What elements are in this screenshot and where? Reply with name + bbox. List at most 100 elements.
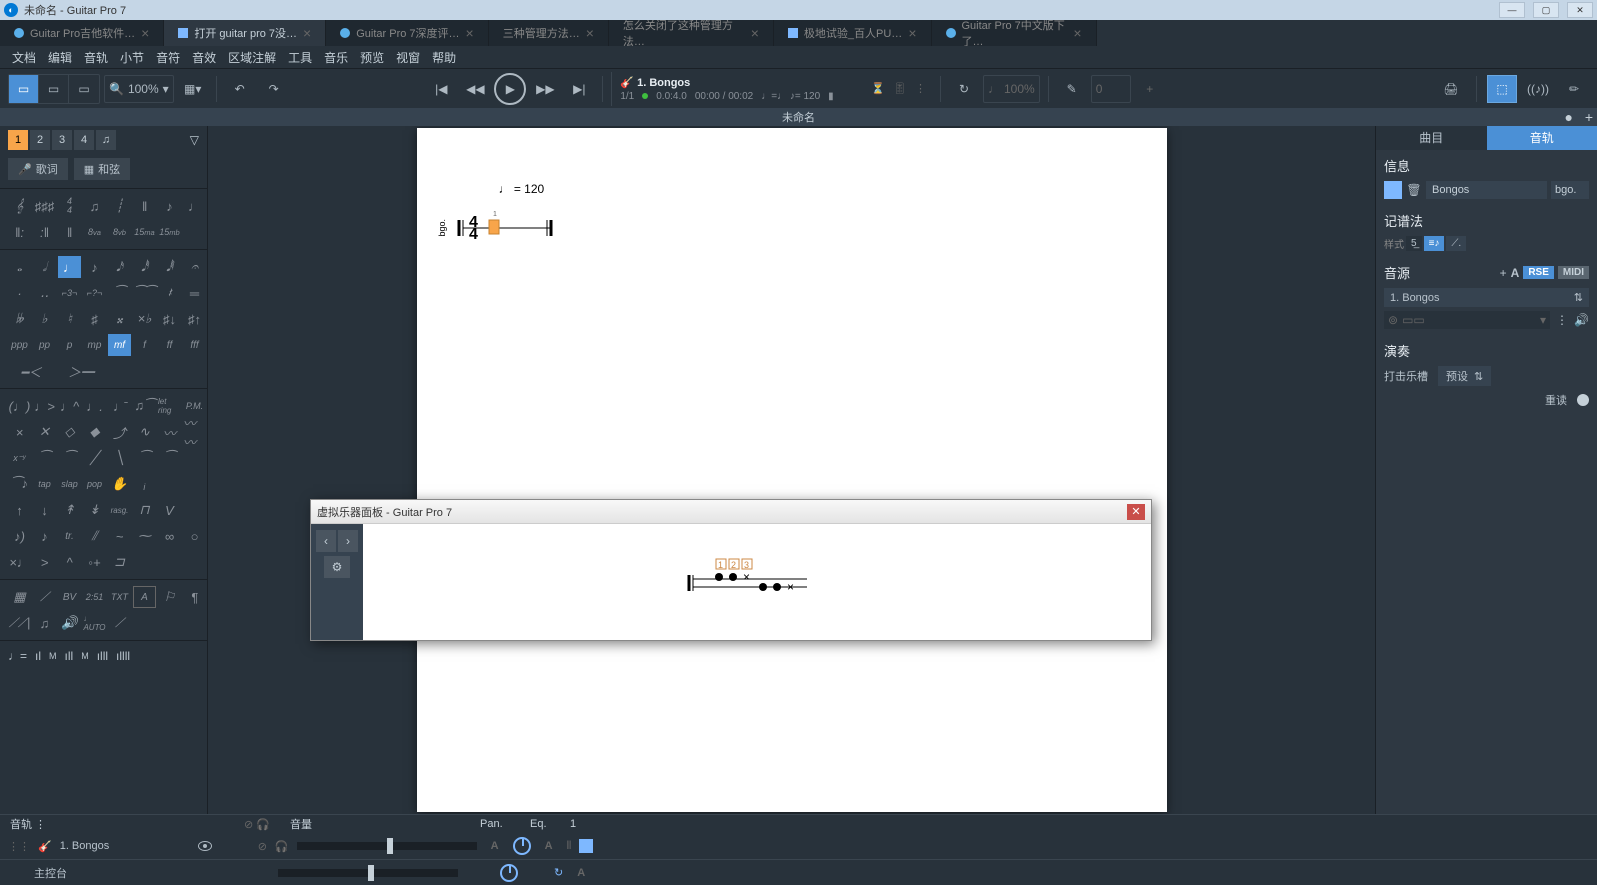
forward-button[interactable]: ▶▶ [530,75,560,103]
prev-instrument-button[interactable]: ‹ [316,530,336,552]
fff-button[interactable]: fff [183,334,206,356]
chords-button[interactable]: ▦ 和弦 [74,158,130,180]
brush-up-button[interactable]: ↑ [8,499,31,521]
tuning-fork-icon[interactable]: ✎ [1057,75,1087,103]
automix-button[interactable]: ♩AUTO [83,612,106,634]
instrument-settings-button[interactable]: ⚙ [324,556,350,578]
dead-button[interactable]: ×♩ [8,551,31,573]
sound-a-button[interactable]: A [1511,266,1520,280]
mordent-button[interactable]: ⁓ [133,525,156,547]
solo-icon[interactable]: 🎧 [256,819,270,831]
stave-button[interactable]: ⟋ [108,612,131,634]
level-1-button[interactable]: ıl [35,649,41,663]
eq-button[interactable]: ⦀ [567,840,572,853]
menu-bar[interactable]: 小节 [120,49,144,66]
fade-in-button[interactable]: ◦+ [83,551,106,573]
eighth-note-button[interactable]: ♪ [83,256,106,278]
master-volume-slider[interactable] [278,869,458,877]
menu-note[interactable]: 音符 [156,49,180,66]
song-tab[interactable]: 曲目 [1376,126,1487,150]
timer-button[interactable]: 2:51 [83,586,106,608]
hammer-button[interactable]: ⁀ [33,447,56,469]
timesig-button[interactable]: 44 [58,195,81,217]
fade-out-button[interactable]: ⊐ [108,551,131,573]
sharps-button[interactable]: ♯♯♯ [33,195,56,217]
track-tab[interactable]: 音轨 [1487,126,1597,150]
repeat-alt-button[interactable]: ‖ [58,221,81,243]
notation-slash-button[interactable]: ⟋. [1446,236,1466,251]
wide-vibrato-button[interactable]: 〰〰 [183,421,206,443]
tab-close-icon[interactable]: × [303,25,311,41]
zoom-control[interactable]: 🔍 100% ▾ [104,75,174,103]
menu-effects[interactable]: 音效 [192,49,216,66]
automation-a-button-2[interactable]: A [539,840,559,852]
level-2-button[interactable]: ıll [65,649,74,663]
track-mixer-row[interactable]: ⋮⋮ 🎸 1. Bongos ⊘ 🎧 A A ⦀ [0,833,1597,859]
chord-diagram-button[interactable]: ▦ [8,586,31,608]
mute-icon[interactable]: ⊘ [244,819,253,831]
slide-button[interactable]: x⁻ʸ [8,447,31,469]
accent-button[interactable]: ♩> [33,395,56,417]
hourglass-icon[interactable]: ⏳ [871,82,885,95]
sound-options-button[interactable]: ⋮ [1556,313,1568,327]
drag-handle-icon[interactable]: ⋮⋮ [8,840,30,853]
percussion-display[interactable]: 1 2 3 × × [363,524,1151,640]
speaker-icon[interactable]: 🔊 [1574,313,1589,327]
menu-window[interactable]: 视窗 [396,49,420,66]
delete-track-button[interactable]: 🗑 [1406,182,1422,198]
note-stem-button[interactable]: ♩= [8,649,27,663]
tab-close-icon[interactable]: × [466,25,474,41]
voice-2-tab[interactable]: 2 [30,130,50,150]
legato-button[interactable]: ♫⁀ [133,395,156,417]
rasg-button[interactable]: rasg. [108,499,131,521]
accent2-button[interactable]: > [33,551,56,573]
15mb-button[interactable]: 15mb [158,221,181,243]
fermata-button[interactable]: 𝄐 [183,256,206,278]
undo-button[interactable]: ↶ [225,75,255,103]
multi-view-button[interactable]: ▭ [69,75,99,103]
browser-tab[interactable]: 打开 guitar pro 7没…× [164,20,326,46]
tab-close-icon[interactable]: × [751,25,759,41]
pull-off-button[interactable]: ⁀ [58,447,81,469]
turn-button[interactable]: ~ [108,525,131,547]
sixtyfourth-note-button[interactable]: 𝅘𝅥𝅱 [158,256,181,278]
muted-note-button[interactable]: ✕ [33,421,56,443]
sixteenth-note-button[interactable]: 𝅘𝅥𝅯 [108,256,131,278]
master-mixer-row[interactable]: 主控台 ↻ A [0,859,1597,885]
legato-slide-button[interactable]: ⁀ [133,447,156,469]
ppp-button[interactable]: ppp [8,334,31,356]
score-canvas[interactable]: ♩ = 120 bgo. 4 4 1 [208,126,1375,814]
free-time-button[interactable]: ┊ [108,195,131,217]
fretboard-button[interactable]: ⬚ [1487,75,1517,103]
rse-badge[interactable]: RSE [1523,266,1554,279]
dead-note-button[interactable]: × [8,421,31,443]
menu-tools[interactable]: 工具 [288,49,312,66]
close-button[interactable]: ✕ [1567,2,1593,18]
pop-button[interactable]: pop [83,473,106,495]
screen-view-button[interactable]: ▭ [39,75,69,103]
natural-button[interactable]: ♮ [58,308,81,330]
heavy-accent-button[interactable]: ♩^ [58,395,81,417]
add-sound-button[interactable]: + [1500,266,1507,280]
vibrato-button[interactable]: 〰 [158,421,181,443]
mf-button[interactable]: mf [108,334,131,356]
text-button[interactable]: TXT [108,586,131,608]
wah-button[interactable]: ○ [183,525,206,547]
grace-before-button[interactable]: ♪) [8,525,31,547]
thirtysecond-note-button[interactable]: 𝅘𝅥𝅰 [133,256,156,278]
voice-4-tab[interactable]: 4 [74,130,94,150]
voice-1-tab[interactable]: 1 [8,130,28,150]
direction-button[interactable]: ⚐ [158,586,181,608]
ghost-note-button[interactable]: (♩) [8,395,31,417]
mute-button[interactable]: ⊘ [258,840,267,853]
pp-button[interactable]: pp [33,334,56,356]
arpeggio-down-button[interactable]: ↡ [83,499,106,521]
flat-button[interactable]: ♭ [33,308,56,330]
semitone-up-button[interactable]: ♯↑ [183,308,206,330]
minimize-button[interactable]: — [1499,2,1525,18]
tie-button[interactable]: ⁀ [108,282,131,304]
let-ring-button[interactable]: let ring [158,395,181,417]
sound-button[interactable]: 🔊 [58,612,81,634]
solo-button[interactable]: 🎧 [275,840,289,853]
double-sharp-button[interactable]: 𝄪 [108,308,131,330]
